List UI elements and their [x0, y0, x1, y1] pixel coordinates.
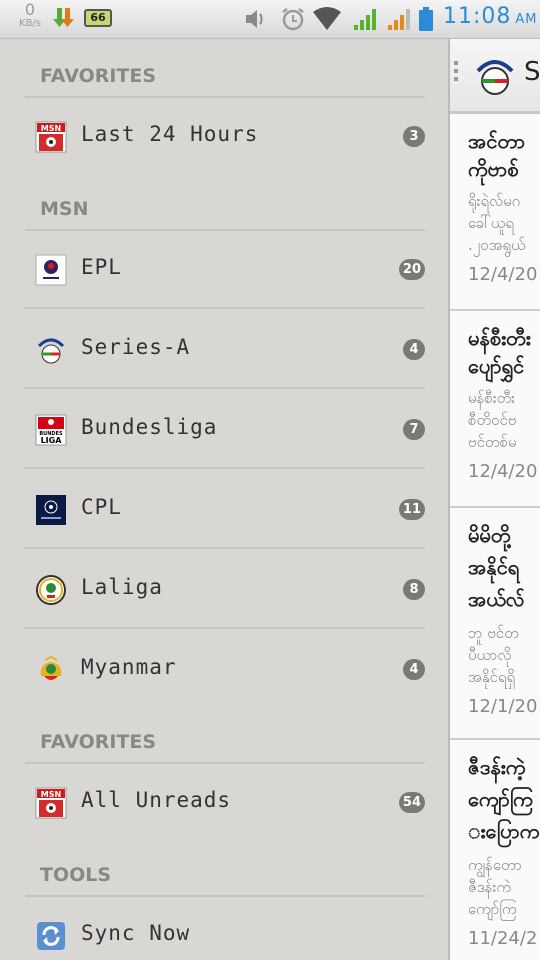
drawer-item-laliga[interactable]: Laliga 8 — [25, 551, 425, 629]
section-favorites: FAVORITES — [40, 65, 157, 87]
drawer-item-label: Laliga — [81, 575, 163, 599]
article-title: းပြောက — [468, 819, 540, 843]
drawer-item-last-24-hours[interactable]: MSN Last 24 Hours 3 — [25, 98, 425, 176]
section-tools: TOOLS — [40, 864, 112, 886]
bundesliga-icon: BUNDES LIGA — [35, 414, 67, 446]
drawer-indicator-icon[interactable] — [454, 61, 458, 85]
row-divider — [25, 307, 425, 309]
navigation-drawer: FAVORITES MSN Last 24 Hours 3 MSN EPL 20 — [0, 39, 448, 960]
row-divider — [25, 547, 425, 549]
unread-count-badge: 4 — [403, 659, 425, 680]
drawer-item-label: CPL — [81, 495, 122, 519]
msn-icon: MSN — [35, 121, 67, 153]
article-date: 12/1/20 — [468, 696, 538, 717]
article-card[interactable]: အင်တာ ကိုဗာစ် ရိုးရဲလ်မဂ ခေါ်ယူရ .၂၀အရွယ… — [450, 114, 540, 311]
article-title: အင်တာ — [468, 129, 526, 153]
drawer-item-bundesliga[interactable]: BUNDES LIGA Bundesliga 7 — [25, 391, 425, 469]
article-date: 11/24/2 — [468, 928, 538, 949]
drawer-item-label: Last 24 Hours — [81, 122, 259, 146]
battery-saver-icon: 66 — [84, 9, 112, 27]
unread-count-badge: 11 — [398, 499, 425, 520]
unread-count-badge: 54 — [398, 792, 425, 813]
article-card[interactable]: မန်စီးတီး ပျော်ရွှင် မန်စီးတီး စီတိဝင်ဗ … — [450, 311, 540, 508]
drawer-item-series-a[interactable]: Series-A 4 — [25, 311, 425, 389]
drawer-item-myanmar[interactable]: Myanmar 4 — [25, 631, 425, 709]
article-card[interactable]: မိမိတို့ အနိုင်ရ အယ်လ် ဘူ ဗင်တ ပီယာလို အ… — [450, 508, 540, 740]
drawer-item-cpl[interactable]: CPL 11 — [25, 471, 425, 549]
signal-icon-2 — [388, 9, 410, 30]
article-snippet: ဇီဒန်းကဲ — [468, 878, 511, 896]
article-title: ဇီဒန်းကဲ့ — [468, 755, 526, 779]
battery-icon — [419, 7, 433, 31]
article-snippet: အနိုင်ရရှိ — [468, 668, 516, 686]
status-bar: 0 KB/s 66 11:08 AM — [0, 0, 540, 39]
svg-text:LIGA: LIGA — [41, 436, 63, 445]
drawer-item-label: All Unreads — [81, 788, 232, 812]
clock-time: 11:08 — [443, 4, 512, 29]
champions-league-icon — [36, 495, 66, 525]
row-divider — [25, 387, 425, 389]
article-date: 12/4/20 — [468, 264, 538, 285]
row-divider — [25, 627, 425, 629]
clock: 11:08 AM — [443, 4, 538, 29]
article-snippet: ဘူ ဗင်တ — [468, 624, 519, 642]
article-title: မန်စီးတီး — [468, 326, 531, 350]
msn-icon: MSN — [35, 787, 67, 819]
network-speed-unit: KB/s — [19, 18, 41, 29]
section-msn: MSN — [40, 198, 89, 220]
drawer-item-epl[interactable]: EPL 20 — [25, 231, 425, 309]
article-snippet: ရိုးရဲလ်မဂ — [468, 192, 521, 210]
drawer-item-label: Bundesliga — [81, 415, 218, 439]
article-title: ကျော်ကြ — [468, 787, 533, 811]
laliga-icon — [36, 575, 66, 605]
download-icon — [53, 8, 74, 27]
article-date: 12/4/20 — [468, 461, 538, 482]
drawer-item-sync-now[interactable]: Sync Now — [25, 897, 425, 960]
clock-ampm: AM — [515, 12, 538, 27]
article-snippet: ဗင်တစ်မ — [468, 433, 517, 451]
premier-league-icon — [35, 254, 67, 286]
article-title: ကိုဗာစ် — [468, 157, 519, 181]
wifi-icon — [313, 7, 341, 30]
article-snippet: ကျော်ကြ — [468, 900, 517, 918]
article-snippet: စီတိဝင်ဗ — [468, 411, 517, 429]
svg-text:MSN: MSN — [41, 124, 61, 133]
action-bar: Se — [450, 39, 540, 114]
drawer-item-label: Myanmar — [81, 655, 177, 679]
drawer-item-label: Series-A — [81, 335, 191, 359]
section-favorites-2: FAVORITES — [40, 731, 157, 753]
article-title: အယ်လ် — [468, 587, 525, 611]
myanmar-emblem-icon — [40, 655, 62, 680]
article-list-panel: Se အင်တာ ကိုဗာစ် ရိုးရဲလ်မဂ ခေါ်ယူရ .၂၀အ… — [448, 39, 540, 960]
unread-count-badge: 4 — [403, 339, 425, 360]
article-snippet: .၂၀အရွယ် — [468, 236, 526, 254]
battery-percent: 66 — [90, 11, 106, 24]
unread-count-badge: 20 — [398, 259, 425, 280]
article-title: မိမိတို့ — [468, 523, 511, 547]
row-divider — [25, 467, 425, 469]
sync-icon — [37, 922, 65, 950]
signal-icon-1 — [354, 9, 376, 30]
article-snippet: ခေါ်ယူရ — [468, 214, 514, 232]
unread-count-badge: 8 — [403, 579, 425, 600]
volume-icon — [246, 10, 263, 28]
article-snippet: မန်စီးတီး — [468, 389, 515, 407]
article-title: အနိုင်ရ — [468, 555, 520, 579]
lega-calcio-icon — [37, 338, 65, 364]
unread-count-badge: 7 — [403, 419, 425, 440]
drawer-item-label: Sync Now — [81, 921, 191, 945]
feed-title: Se — [524, 57, 540, 87]
alarm-icon — [282, 8, 304, 31]
unread-count-badge: 3 — [403, 126, 425, 147]
svg-text:MSN: MSN — [41, 790, 61, 799]
drawer-item-all-unreads[interactable]: MSN All Unreads 54 — [25, 764, 425, 842]
lega-calcio-icon — [476, 60, 514, 95]
article-snippet: ကျွန်တော — [468, 856, 522, 874]
article-snippet: ပီယာလို — [468, 646, 512, 664]
article-title: ပျော်ရွှင် — [468, 354, 525, 378]
article-card[interactable]: ဇီဒန်းကဲ့ ကျော်ကြ းပြောက ကျွန်တော ဇီဒန်း… — [450, 740, 540, 960]
drawer-item-label: EPL — [81, 255, 122, 279]
network-speed: 0 KB/s — [14, 2, 46, 30]
network-speed-value: 0 — [24, 0, 36, 19]
